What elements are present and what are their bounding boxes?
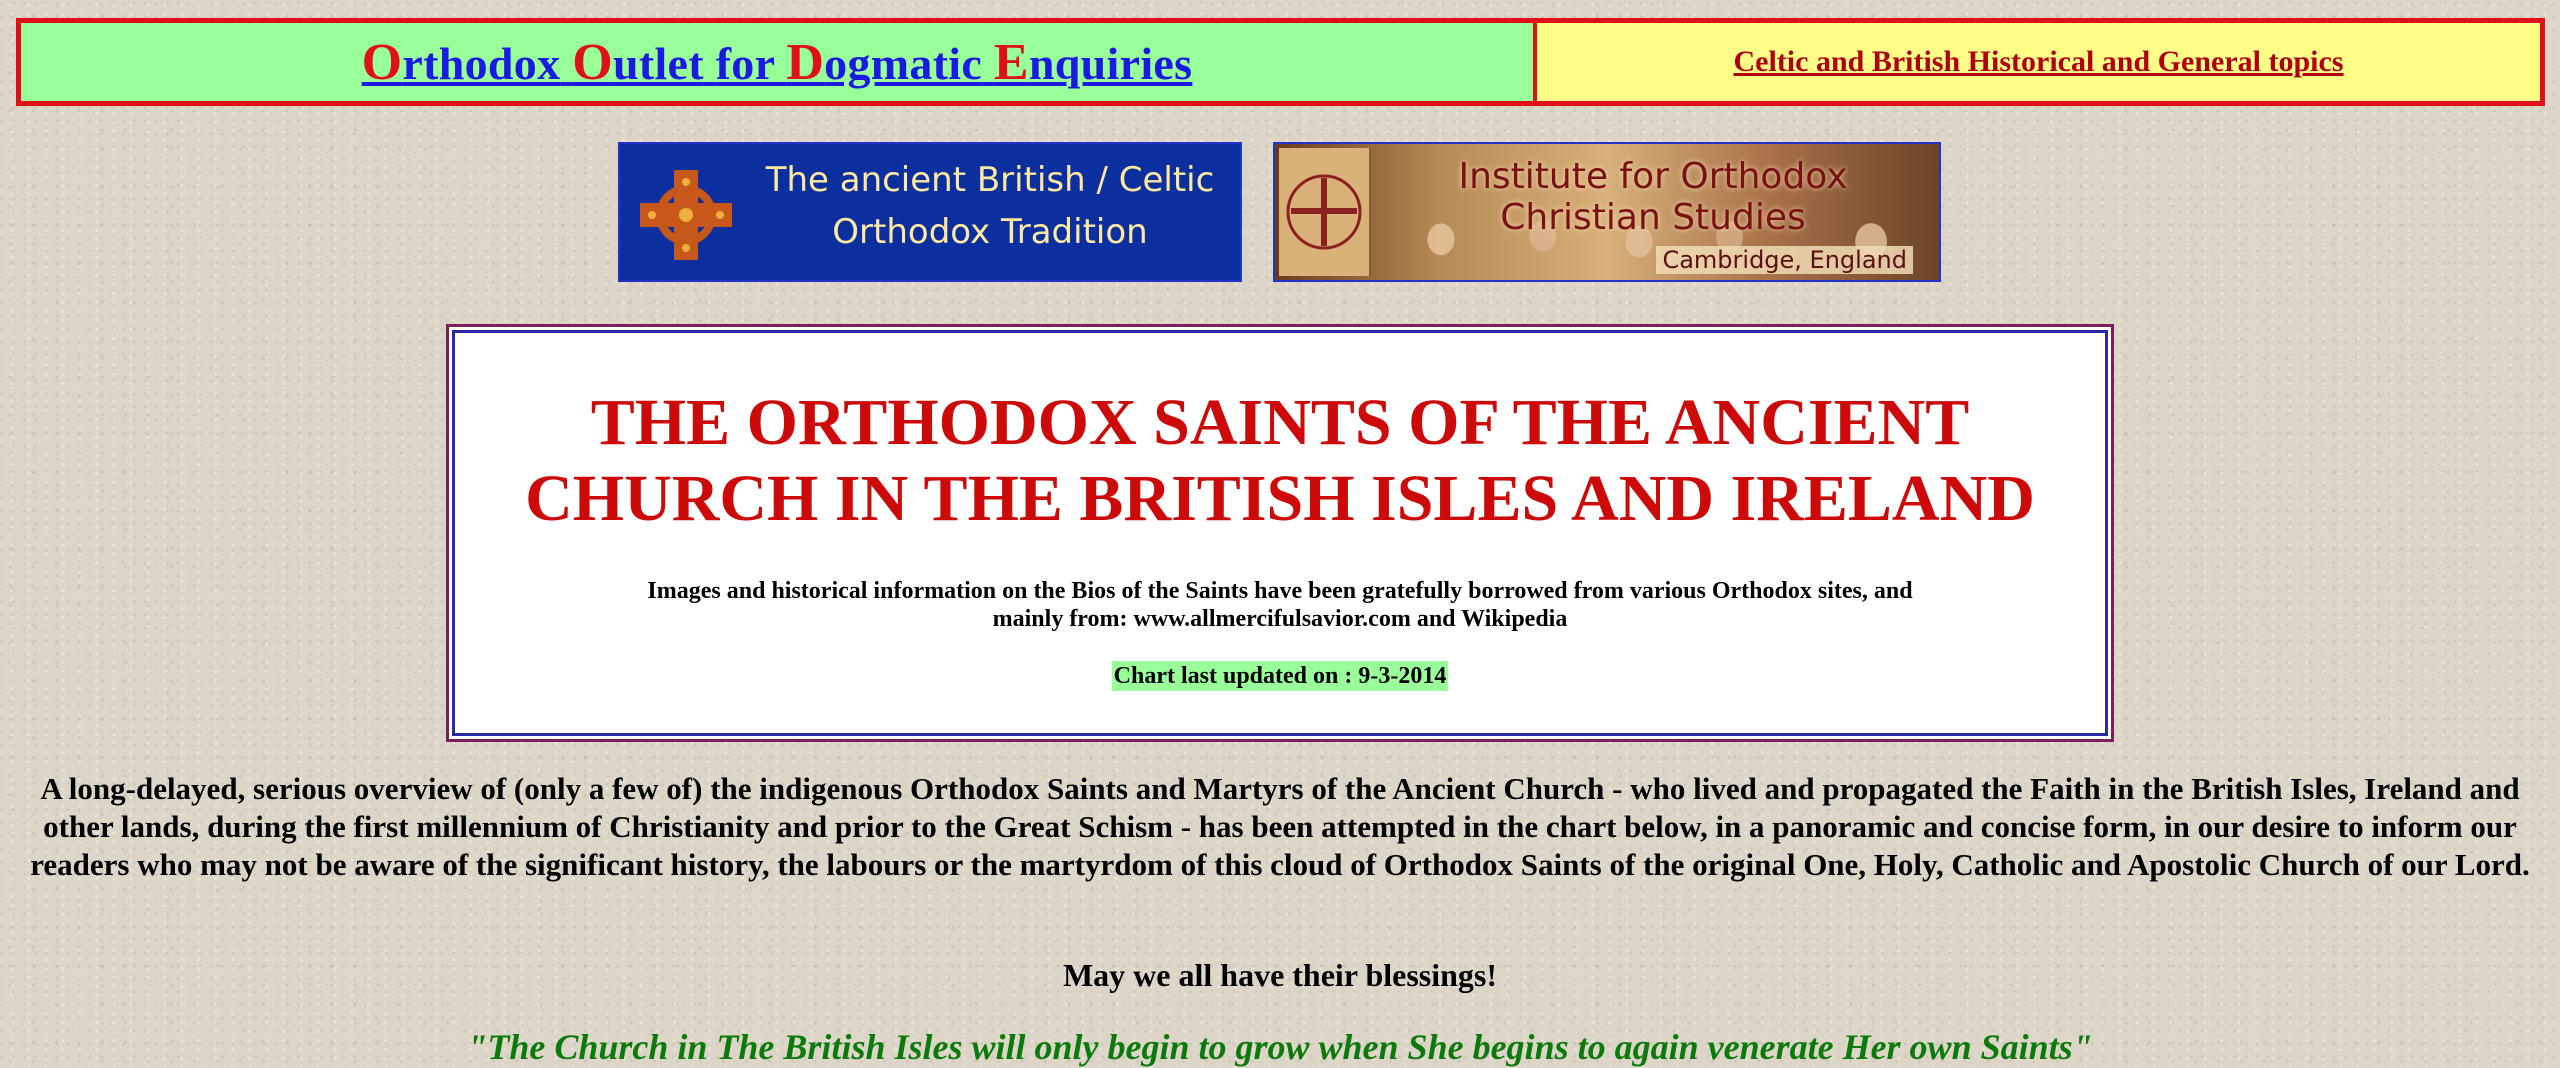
credits-text: Images and historical information on the… <box>647 578 1913 632</box>
topics-cell: Celtic and British Historical and Genera… <box>1537 23 2540 101</box>
site-link-initial: O <box>361 33 403 91</box>
top-navigation-bar: Orthodox Outlet for Dogmatic Enquiries C… <box>16 18 2545 106</box>
iocs-seal-icon <box>1279 148 1371 276</box>
celtic-banner-text: The ancient British / Celtic Orthodox Tr… <box>740 154 1240 258</box>
site-link-word: rthodox <box>402 37 561 89</box>
celtic-cross-icon <box>640 170 732 260</box>
celtic-tradition-banner[interactable]: The ancient British / Celtic Orthodox Tr… <box>618 142 1242 282</box>
iocs-banner-title: Institute for Orthodox Christian Studies <box>1458 156 1848 238</box>
blessing-text: May we all have their blessings! <box>1062 957 1498 993</box>
last-updated-label: Chart last updated on : 9-3-2014 <box>1111 661 1449 691</box>
celtic-british-topics-link[interactable]: Celtic and British Historical and Genera… <box>1734 45 2344 79</box>
page-title-box: THE ORTHODOX SAINTS OF THE ANCIENT CHURC… <box>446 324 2114 742</box>
celtic-banner-line2: Orthodox Tradition <box>832 212 1148 252</box>
site-link-initial: O <box>572 33 613 91</box>
site-link-word: for <box>715 37 775 89</box>
site-link-initial: E <box>993 33 1029 91</box>
site-link-word: ogmatic <box>824 37 983 89</box>
site-link-word: utlet <box>612 37 704 89</box>
page-title: THE ORTHODOX SAINTS OF THE ANCIENT CHURC… <box>449 385 2111 537</box>
iocs-banner[interactable]: Institute for Orthodox Christian Studies… <box>1273 142 1941 282</box>
page-title-line1: THE ORTHODOX SAINTS OF THE ANCIENT <box>590 386 1970 459</box>
site-home-cell: Orthodox Outlet for Dogmatic Enquiries <box>21 23 1533 101</box>
site-link-initial: D <box>786 33 825 91</box>
site-link-word: nquiries <box>1028 37 1193 89</box>
last-updated: Chart last updated on : 9-3-2014 <box>449 661 2111 691</box>
celtic-banner-line1: The ancient British / Celtic <box>765 160 1215 200</box>
iocs-banner-subtitle: Cambridge, England <box>1656 246 1913 274</box>
page-title-line2: CHURCH IN THE BRITISH ISLES AND IRELAND <box>525 462 2035 535</box>
site-home-link[interactable]: Orthodox Outlet for Dogmatic Enquiries <box>362 33 1193 92</box>
intro-paragraph: A long-delayed, serious overview of (onl… <box>30 771 2530 882</box>
